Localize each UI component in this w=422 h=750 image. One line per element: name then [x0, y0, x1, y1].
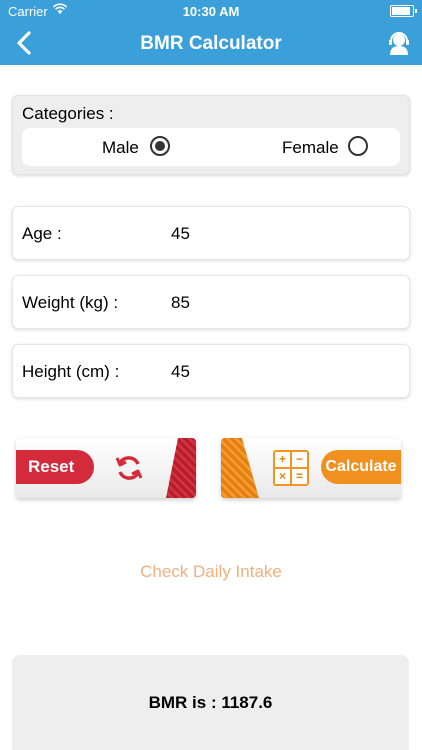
refresh-icon [115, 456, 143, 480]
height-label: Height (cm) : [22, 362, 120, 381]
calculate-button-label: Calculate [321, 450, 401, 484]
weight-input[interactable]: 85 [171, 293, 190, 313]
age-field[interactable]: Age : 45 [12, 206, 410, 260]
height-input[interactable]: 45 [171, 362, 190, 382]
weight-label: Weight (kg) : [22, 293, 119, 312]
calculate-button[interactable]: + − × = Calculate [221, 438, 401, 498]
categories-card: Categories : Male Female [12, 95, 410, 175]
weight-field[interactable]: Weight (kg) : 85 [12, 275, 410, 329]
age-input[interactable]: 45 [171, 224, 190, 244]
plus-symbol: + [275, 452, 290, 467]
female-option-label[interactable]: Female [282, 138, 339, 158]
categories-label: Categories : [22, 104, 114, 123]
bmr-result-text: BMR is : 1187.6 [148, 693, 273, 712]
page-title: BMR Calculator [140, 33, 282, 54]
female-radio[interactable] [348, 136, 368, 156]
minus-symbol: − [292, 452, 307, 467]
battery-icon [390, 5, 417, 17]
check-daily-intake-link[interactable]: Check Daily Intake [0, 562, 422, 582]
headset-support-icon[interactable] [386, 30, 412, 56]
reset-button-label: Reset [16, 450, 94, 484]
navigation-bar: BMR Calculator [0, 22, 422, 65]
calculate-stripe-decoration [221, 438, 259, 498]
age-label: Age : [22, 224, 62, 243]
height-field[interactable]: Height (cm) : 45 [12, 344, 410, 398]
male-option-label[interactable]: Male [102, 138, 139, 158]
male-radio[interactable] [150, 136, 170, 156]
status-bar: Carrier 10:30 AM [0, 0, 422, 22]
reset-stripe-decoration [166, 438, 196, 498]
calculator-icon: + − × = [273, 450, 309, 486]
clock-time: 10:30 AM [182, 4, 240, 19]
reset-button[interactable]: Reset [16, 438, 196, 498]
equals-symbol: = [292, 469, 307, 484]
multiply-symbol: × [275, 469, 290, 484]
result-panel: BMR is : 1187.6 [12, 655, 409, 750]
gender-selector: Male Female [22, 128, 400, 166]
